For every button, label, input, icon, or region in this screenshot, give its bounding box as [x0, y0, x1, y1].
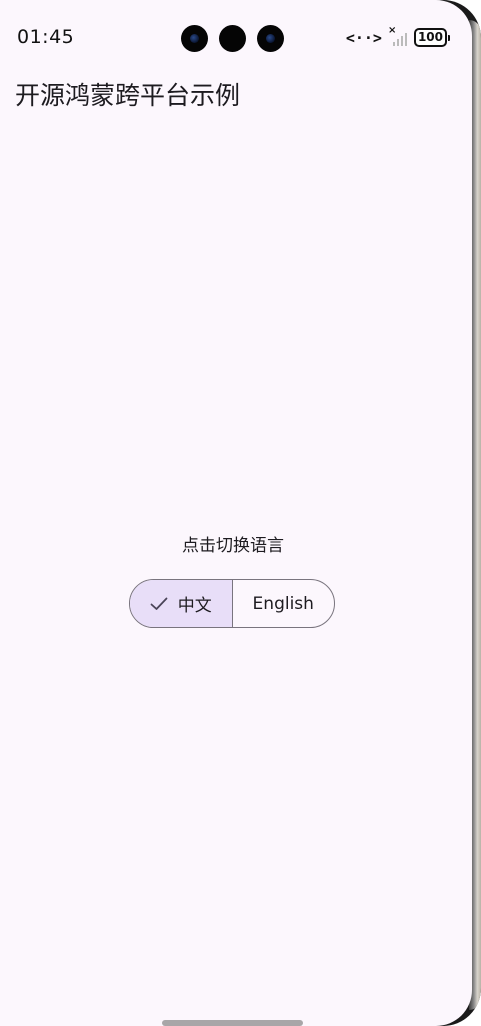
camera-icon: [257, 25, 284, 52]
language-segmented-button: 中文 English: [129, 579, 335, 628]
battery-level: 100: [413, 28, 447, 47]
check-icon: [150, 597, 168, 610]
camera-icon: [181, 25, 208, 52]
status-icons: <··> × 100: [345, 25, 450, 47]
status-time: 01:45: [17, 26, 75, 48]
screen: 01:45 <··> × 100 开源鸿蒙跨平台示例 点击切换语言 中文 Eng…: [0, 0, 472, 1026]
segment-chinese-label: 中文: [177, 596, 212, 616]
signal-icon: ×: [388, 25, 408, 47]
device-frame: 01:45 <··> × 100 开源鸿蒙跨平台示例 点击切换语言 中文 Eng…: [0, 0, 481, 1026]
page-title: 开源鸿蒙跨平台示例: [15, 81, 241, 110]
camera-icon: [219, 25, 246, 52]
switch-language-hint: 点击切换语言: [182, 536, 284, 556]
status-bar: 01:45 <··> × 100: [0, 0, 472, 78]
no-signal-mark: ×: [387, 24, 397, 36]
segment-english-label: English: [252, 593, 314, 614]
code-brackets-icon: <··>: [345, 28, 382, 47]
segment-chinese[interactable]: 中文: [130, 580, 233, 627]
segment-english[interactable]: English: [233, 580, 335, 627]
home-indicator[interactable]: [162, 1020, 303, 1026]
battery-icon: 100: [413, 28, 450, 47]
